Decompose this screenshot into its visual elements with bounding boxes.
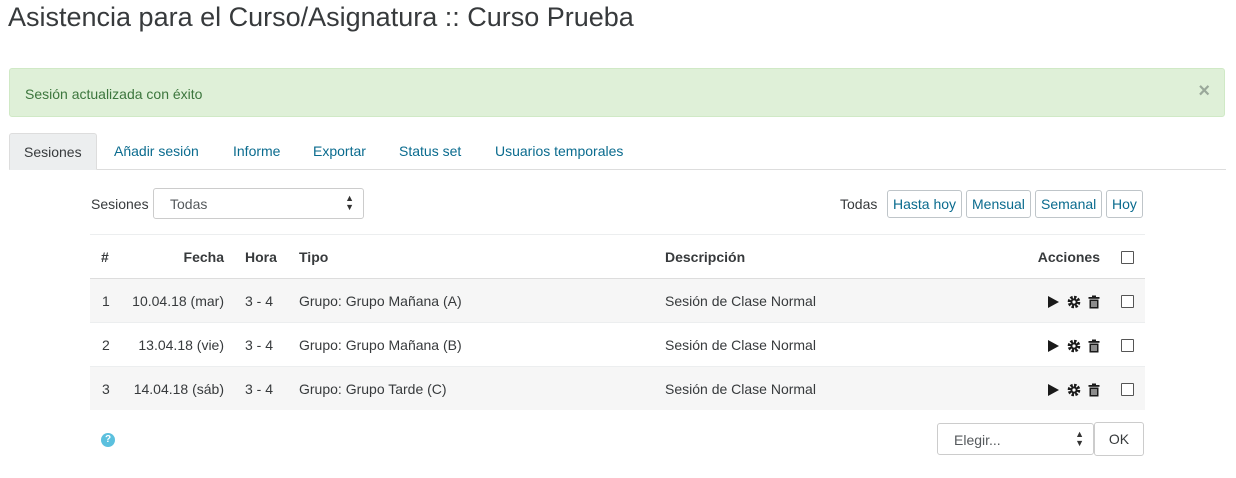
select-arrows-icon: ▲ ▼ [1075, 429, 1084, 448]
tab-informe[interactable]: Informe [233, 133, 280, 169]
row-type: Grupo: Grupo Mañana (B) [299, 322, 665, 367]
tab-anadir-sesion[interactable]: Añadir sesión [114, 133, 199, 169]
row-description: Sesión de Clase Normal [665, 278, 965, 323]
header-type[interactable]: Tipo [299, 234, 665, 279]
row-type: Grupo: Grupo Tarde (C) [299, 366, 665, 410]
table-row: 3 14.04.18 (sáb) 3 - 4 Grupo: Grupo Tard… [90, 366, 1145, 410]
trash-icon[interactable] [1088, 383, 1100, 397]
row-actions [965, 278, 1110, 323]
header-date[interactable]: Fecha [114, 234, 224, 279]
row-time: 3 - 4 [224, 366, 299, 410]
header-description: Descripción [665, 234, 965, 279]
select-all-cell [1110, 234, 1145, 279]
tab-usuarios-temporales[interactable]: Usuarios temporales [495, 133, 623, 169]
tab-sesiones[interactable]: Sesiones [9, 133, 97, 170]
help-icon[interactable]: ? [101, 433, 115, 447]
row-checkbox[interactable] [1121, 383, 1134, 397]
page-title: Asistencia para el Curso/Asignatura :: C… [8, 2, 634, 32]
filter-hasta-hoy-button[interactable]: Hasta hoy [887, 190, 963, 218]
table-header-row: # Fecha Hora Tipo Descripción Acciones [90, 234, 1145, 279]
ok-button[interactable]: OK [1094, 422, 1144, 456]
row-time: 3 - 4 [224, 322, 299, 367]
row-select-cell [1110, 278, 1145, 323]
header-num[interactable]: # [90, 234, 114, 279]
row-select-cell [1110, 322, 1145, 367]
row-time: 3 - 4 [224, 278, 299, 323]
success-alert: Sesión actualizada con éxito × [9, 68, 1225, 117]
row-actions [965, 366, 1110, 410]
play-icon[interactable] [1047, 339, 1060, 353]
select-arrows-icon: ▲ ▼ [345, 193, 354, 212]
tab-exportar[interactable]: Exportar [313, 133, 366, 169]
row-checkbox[interactable] [1121, 295, 1134, 309]
gear-icon[interactable] [1067, 295, 1081, 309]
sessions-filter-label: Sesiones [91, 196, 149, 212]
row-description: Sesión de Clase Normal [665, 322, 965, 367]
close-icon[interactable]: × [1198, 81, 1210, 101]
sessions-group-select[interactable]: Todas ▲ ▼ [153, 188, 364, 219]
view-filter-current: Todas [840, 196, 878, 212]
row-actions [965, 322, 1110, 367]
play-icon[interactable] [1047, 383, 1060, 397]
row-checkbox[interactable] [1121, 339, 1134, 353]
table-row: 1 10.04.18 (mar) 3 - 4 Grupo: Grupo Maña… [90, 278, 1145, 323]
filter-hoy-button[interactable]: Hoy [1106, 190, 1143, 218]
bulk-action-select[interactable]: Elegir... ▲ ▼ [937, 423, 1094, 455]
sessions-select-value: Todas [170, 196, 208, 212]
play-icon[interactable] [1047, 295, 1060, 309]
tab-bar: Sesiones Añadir sesión Informe Exportar … [9, 133, 1226, 170]
table-row: 2 13.04.18 (vie) 3 - 4 Grupo: Grupo Maña… [90, 322, 1145, 367]
filter-mensual-button[interactable]: Mensual [966, 190, 1031, 218]
header-time[interactable]: Hora [224, 234, 299, 279]
row-num: 2 [90, 322, 114, 367]
bulk-action-value: Elegir... [954, 432, 1001, 448]
gear-icon[interactable] [1067, 383, 1081, 397]
select-all-checkbox[interactable] [1121, 251, 1134, 265]
row-type: Grupo: Grupo Mañana (A) [299, 278, 665, 323]
row-num: 1 [90, 278, 114, 323]
header-actions: Acciones [965, 234, 1110, 279]
row-num: 3 [90, 366, 114, 410]
trash-icon[interactable] [1088, 339, 1100, 353]
trash-icon[interactable] [1088, 295, 1100, 309]
row-select-cell [1110, 366, 1145, 410]
filter-semanal-button[interactable]: Semanal [1035, 190, 1103, 218]
sessions-table: # Fecha Hora Tipo Descripción Acciones 1… [90, 234, 1145, 410]
row-date: 14.04.18 (sáb) [114, 366, 224, 410]
row-date: 10.04.18 (mar) [114, 278, 224, 323]
row-date: 13.04.18 (vie) [114, 322, 224, 367]
gear-icon[interactable] [1067, 339, 1081, 353]
alert-message: Sesión actualizada con éxito [25, 86, 203, 102]
row-description: Sesión de Clase Normal [665, 366, 965, 410]
tab-status-set[interactable]: Status set [399, 133, 461, 169]
